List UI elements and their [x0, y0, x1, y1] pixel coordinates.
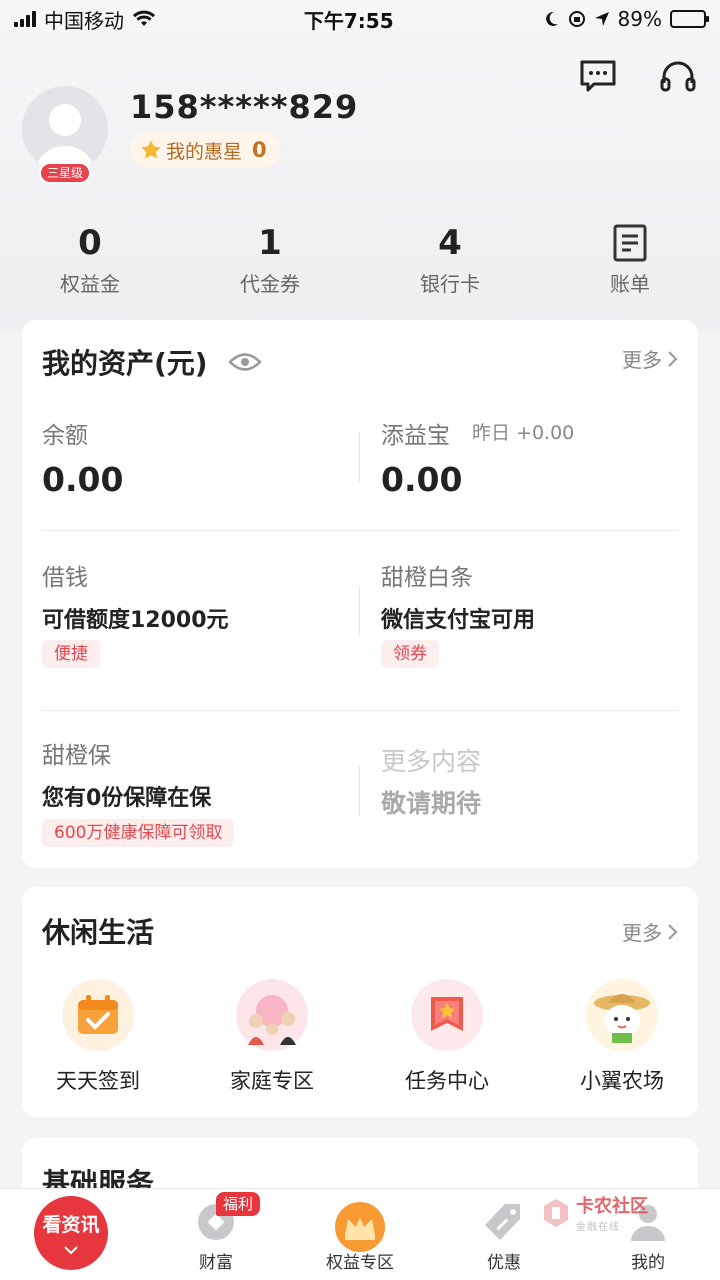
leisure-label: 小翼农场: [580, 1069, 664, 1093]
insure-tag: 600万健康保障可领取: [42, 819, 235, 847]
task-banner-icon: [411, 979, 483, 1051]
family-icon: [236, 979, 308, 1051]
balance-label: 余额: [42, 423, 88, 449]
huixing-count: 0: [252, 138, 267, 162]
leisure-item-checkin[interactable]: 天天签到: [18, 979, 178, 1095]
customer-service-button[interactable]: [658, 56, 698, 96]
news-label: 看资讯: [42, 1214, 100, 1236]
avatar[interactable]: [22, 86, 108, 172]
eye-icon[interactable]: [227, 351, 262, 373]
battery-percent: 89%: [617, 7, 662, 31]
leisure-label: 家庭专区: [230, 1069, 314, 1093]
watermark-logo-icon: [544, 1198, 568, 1227]
baitiao-desc[interactable]: 微信支付宝可用: [381, 602, 535, 634]
divider-vertical: [359, 432, 360, 482]
moon-icon: [545, 11, 558, 26]
default-avatar-icon: [36, 104, 94, 172]
stat-value: 0: [78, 223, 102, 263]
insure-desc[interactable]: 您有0份保障在保: [42, 780, 211, 812]
borrow-label: 借钱: [42, 565, 88, 591]
borrow-tag: 便捷: [42, 640, 100, 668]
tag-icon: [483, 1201, 525, 1247]
leisure-item-tasks[interactable]: 任务中心: [367, 979, 527, 1095]
stat-label: 权益金: [60, 272, 120, 296]
baitiao-label: 甜橙白条: [381, 565, 473, 591]
leisure-card: 休闲生活 更多 天天签到 家庭专区 任务中心 小翼农场: [22, 887, 698, 1117]
tianyibao-label: 添益宝: [381, 423, 450, 449]
borrow-desc[interactable]: 可借额度12000元: [42, 602, 229, 634]
nav-label: 权益专区: [326, 1253, 394, 1273]
stat-value: 4: [438, 223, 462, 263]
divider-vertical: [359, 766, 360, 816]
news-button[interactable]: 看资讯: [34, 1196, 108, 1270]
leisure-label: 天天签到: [56, 1069, 140, 1093]
star-icon: [141, 140, 161, 159]
nav-rights-zone[interactable]: 权益专区: [300, 1189, 420, 1280]
more-label: 更多: [622, 921, 662, 945]
nav-label: 财富: [199, 1253, 233, 1273]
leisure-more-link[interactable]: 更多: [622, 917, 678, 946]
leisure-item-farm[interactable]: 小翼农场: [542, 979, 702, 1095]
battery-icon: [669, 10, 709, 28]
status-bar: 中国移动 下午7:55 89%: [0, 0, 720, 38]
watermark-text: 卡农社区 金融在线: [576, 1192, 648, 1233]
assets-card: 我的资产(元) 更多 余额 0.00 添益宝 昨日 +0.00 0.00 借钱 …: [22, 320, 698, 868]
coming-soon-label: 敬请期待: [381, 789, 482, 818]
baitiao-tag: 领券: [381, 640, 439, 668]
location-icon: [594, 12, 609, 26]
message-button[interactable]: [578, 56, 618, 96]
more-label: 更多: [622, 348, 662, 372]
farm-character-icon: [586, 979, 658, 1051]
assets-title-wrap: 我的资产(元): [42, 342, 262, 382]
chevron-right-icon: [668, 350, 678, 367]
nav-label: 优惠: [487, 1253, 521, 1273]
orientation-lock-icon: [568, 11, 585, 27]
header-actions: [578, 56, 698, 96]
calendar-check-icon: [62, 979, 134, 1051]
chevron-down-icon: [34, 1238, 108, 1260]
status-left: 中国移动: [14, 5, 156, 34]
stat-bank-card[interactable]: 4 银行卡: [360, 222, 540, 297]
signal-icon: [14, 11, 36, 27]
watermark: 卡农社区 金融在线: [540, 1192, 648, 1233]
status-right: 89%: [542, 7, 709, 31]
tianyibao-value[interactable]: 0.00: [381, 460, 462, 499]
huixing-label: 我的惠星: [166, 140, 243, 163]
stat-label: 银行卡: [420, 272, 480, 296]
chevron-right-icon: [668, 923, 678, 940]
balance-value[interactable]: 0.00: [42, 460, 123, 499]
divider-vertical: [359, 586, 360, 636]
watermark-subtitle: 金融在线: [576, 1222, 620, 1233]
stat-label: 账单: [610, 272, 650, 296]
avatar-wrap[interactable]: 三星级: [22, 86, 108, 184]
leisure-label: 任务中心: [405, 1069, 489, 1093]
headset-icon: [660, 61, 696, 92]
stat-bill[interactable]: 账单: [540, 222, 720, 297]
assets-more-link[interactable]: 更多: [622, 344, 678, 373]
status-time: 下午7:55: [303, 8, 394, 33]
insure-label: 甜橙保: [42, 743, 111, 769]
nav-label: 我的: [631, 1253, 665, 1273]
stat-label: 代金券: [240, 272, 300, 296]
bill-icon: [540, 222, 720, 264]
stat-value: 1: [258, 223, 282, 263]
wifi-icon: [133, 10, 155, 26]
watermark-title: 卡农社区: [576, 1196, 648, 1217]
stat-voucher[interactable]: 1 代金券: [180, 222, 360, 297]
stat-quanyijin[interactable]: 0 权益金: [0, 222, 180, 297]
phone-number: 158*****829: [130, 88, 359, 126]
carrier-label: 中国移动: [44, 8, 124, 33]
leisure-title: 休闲生活: [42, 916, 155, 949]
more-content-label: 更多内容: [381, 747, 482, 776]
welfare-badge: 福利: [216, 1192, 261, 1216]
divider-horizontal: [42, 710, 678, 711]
stats-row: 0 权益金 1 代金券 4 银行卡 账单: [0, 222, 720, 297]
assets-title: 我的资产(元): [42, 347, 208, 380]
divider-horizontal: [42, 530, 678, 531]
huixing-chip[interactable]: 我的惠星 0: [130, 132, 281, 168]
message-icon: [580, 60, 616, 92]
tianyibao-yesterday: 昨日 +0.00: [472, 422, 575, 444]
leisure-item-family[interactable]: 家庭专区: [192, 979, 352, 1095]
level-badge: 三星级: [39, 162, 91, 184]
